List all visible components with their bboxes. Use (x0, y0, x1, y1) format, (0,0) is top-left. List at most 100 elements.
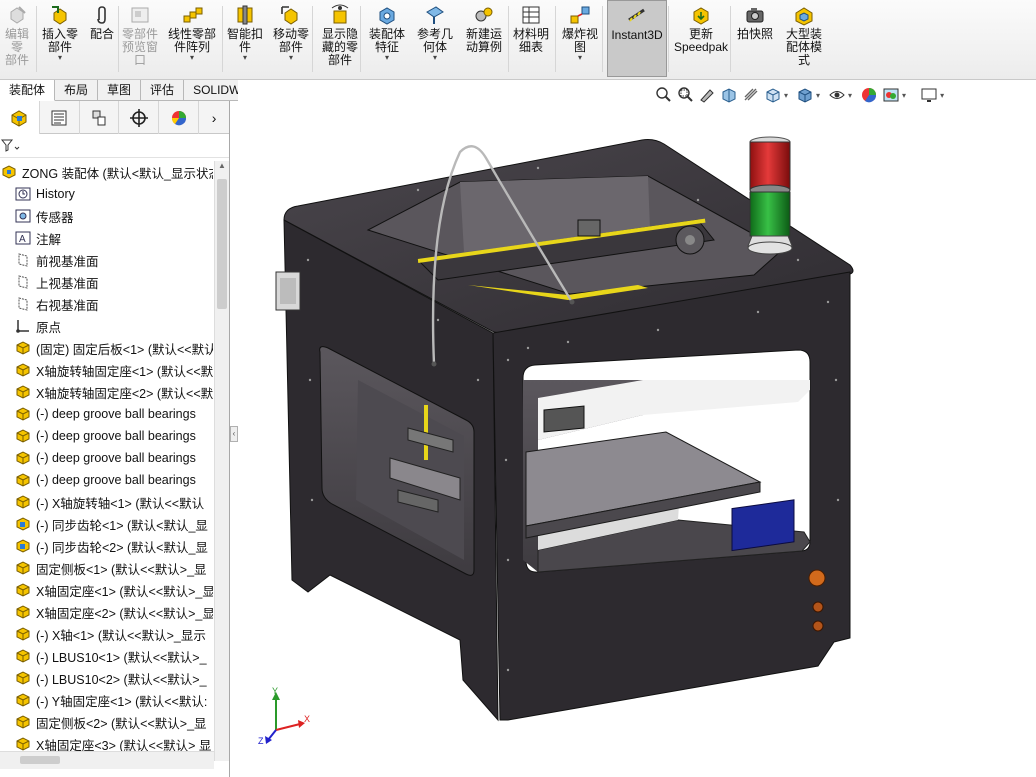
chevron-down-icon[interactable]: ▾ (289, 54, 293, 62)
tree-horizontal-scrollbar[interactable] (0, 751, 214, 769)
ribbon-button-3[interactable]: 零部件 预览窗 口 (120, 4, 160, 76)
tab-0[interactable]: 装配体 (0, 80, 56, 101)
tree-item[interactable]: 固定侧板<2> (默认<<默认>_显 (0, 711, 213, 733)
mate-paperclip-icon (91, 4, 113, 26)
chevron-down-icon[interactable]: ▾ (578, 54, 582, 62)
tree-item[interactable]: 原点 (0, 315, 213, 337)
tree-item[interactable]: (固定) 固定后板<1> (默认<<默认 (0, 337, 213, 359)
ribbon-button-10[interactable]: 新建运 动算例 (462, 4, 506, 76)
assembly-tree-icon (11, 109, 27, 127)
ribbon-button-9[interactable]: 参考几 何体 ▾ (415, 4, 455, 76)
tree-item[interactable]: 上视基准面 (0, 271, 213, 293)
scroll-up-arrow-icon[interactable]: ▲ (215, 161, 229, 175)
ribbon-button-label: 插入零 部件 (41, 27, 78, 54)
component-preview-icon (129, 4, 151, 26)
origin-icon (14, 317, 32, 335)
tree-item-label: X轴旋转轴固定座<1> (默认<<默 (36, 364, 213, 379)
tree-item[interactable]: (-) 同步齿轮<1> (默认<默认_显 (0, 513, 213, 535)
ribbon-button-15[interactable]: 拍快照 (734, 4, 776, 76)
svg-text:A: A (19, 234, 26, 245)
ribbon-button-label: 拍快照 (736, 27, 773, 41)
tree-item-label: 注解 (36, 232, 62, 247)
collapse-grip-icon[interactable]: ‹ (230, 426, 238, 442)
feature-manager-tab[interactable] (0, 101, 40, 134)
display-manager-tab[interactable] (159, 101, 200, 134)
ribbon-button-0[interactable]: 编辑零 部件 (0, 4, 34, 76)
ribbon-button-2[interactable]: 配合 (85, 4, 119, 76)
ribbon-button-12[interactable]: 爆炸视 图 ▾ (558, 4, 602, 76)
tree-item[interactable]: X轴旋转轴固定座<1> (默认<<默 (0, 359, 213, 381)
tree-item[interactable]: 传感器 (0, 205, 213, 227)
tree-item[interactable]: (-) deep groove ball bearings (0, 403, 213, 425)
tree-vertical-scrollbar[interactable]: ▲ (214, 161, 229, 761)
ribbon-separator (118, 6, 119, 72)
tree-item[interactable]: 前视基准面 (0, 249, 213, 271)
tree-item[interactable]: (-) deep groove ball bearings (0, 447, 213, 469)
hscroll-thumb[interactable] (20, 756, 60, 764)
crosshair-icon (129, 108, 148, 127)
ribbon-button-1[interactable]: 插入零 部件 ▾ (40, 4, 80, 76)
ribbon-button-16[interactable]: 大型装 配体模 式 (782, 4, 826, 76)
panel-splitter[interactable]: ‹ (230, 101, 238, 777)
tree-item[interactable]: (-) X轴旋转轴<1> (默认<<默认 (0, 491, 213, 513)
ribbon-separator (36, 6, 37, 72)
chevron-down-icon[interactable]: ▾ (58, 54, 62, 62)
tree-item[interactable]: (-) deep groove ball bearings (0, 469, 213, 491)
tab-1[interactable]: 布局 (55, 80, 99, 101)
plane-icon (14, 295, 32, 313)
chevron-down-icon[interactable]: ▾ (385, 54, 389, 62)
move-component-icon (280, 4, 302, 26)
scroll-thumb[interactable] (217, 179, 227, 309)
ribbon-button-8[interactable]: 装配体 特征 ▾ (365, 4, 409, 76)
tree-item[interactable]: (-) LBUS10<1> (默认<<默认>_ (0, 645, 213, 667)
reference-geometry-icon (424, 4, 446, 26)
tree-item-label: 固定侧板<1> (默认<<默认>_显 (36, 562, 207, 577)
ribbon-button-11[interactable]: 材料明 细表 (510, 4, 552, 76)
ribbon-button-5[interactable]: 智能扣 件 ▾ (225, 4, 265, 76)
tree-item-label: History (36, 187, 75, 201)
property-manager-tab[interactable] (40, 101, 80, 134)
ribbon-button-4[interactable]: 线性零部 件阵列 ▾ (165, 4, 219, 76)
tree-item[interactable]: (-) 同步齿轮<2> (默认<默认_显 (0, 535, 213, 557)
ribbon-button-13[interactable]: Instant3D (607, 0, 667, 77)
tree-item[interactable]: X轴固定座<2> (默认<<默认>_显 (0, 601, 213, 623)
tree-item[interactable]: A 注解 (0, 227, 213, 249)
tab-3[interactable]: 评估 (141, 80, 185, 101)
chevron-down-icon[interactable]: ▾ (433, 54, 437, 62)
tree-item[interactable]: (-) X轴<1> (默认<<默认>_显示 (0, 623, 213, 645)
tree-item[interactable]: (-) deep groove ball bearings (0, 425, 213, 447)
dimxpert-manager-tab[interactable] (119, 101, 160, 134)
smart-fasteners-icon (234, 4, 256, 26)
tree-item[interactable]: 固定侧板<1> (默认<<默认>_显 (0, 557, 213, 579)
part-icon (14, 405, 32, 423)
panel-tabs-more-button[interactable]: › (199, 101, 229, 134)
filter-icon[interactable] (0, 138, 22, 154)
ribbon-separator (312, 6, 313, 72)
motion-study-icon (473, 4, 495, 26)
chevron-down-icon[interactable]: ▾ (190, 54, 194, 62)
tree-item[interactable]: (-) Y轴固定座<1> (默认<<默认: (0, 689, 213, 711)
configuration-manager-tab[interactable] (80, 101, 120, 134)
part-icon (14, 603, 32, 621)
ribbon-button-label: 新建运 动算例 (465, 27, 502, 54)
tree-item[interactable]: 右视基准面 (0, 293, 213, 315)
ribbon-button-7[interactable]: 显示隐 藏的零 部件 (318, 4, 362, 76)
graphics-area[interactable]: ▾ ▾ ▾ ▾ ▾ Y X Z (238, 80, 1036, 777)
ribbon-button-14[interactable]: 更新 Speedpak (672, 4, 730, 76)
ribbon-button-label: 爆炸视 图 (561, 27, 598, 54)
stack-light-tower[interactable] (747, 136, 793, 255)
edit-component-icon (6, 4, 28, 26)
printer-3d-model[interactable]: Y X Z (238, 80, 1036, 777)
tree-item-label: (-) deep groove ball bearings (36, 429, 196, 443)
snapshot-camera-icon (744, 4, 766, 26)
tree-root-assembly[interactable]: ZONG 装配体 (默认<默认_显示状态 (0, 161, 213, 183)
tree-item[interactable]: (-) LBUS10<2> (默认<<默认>_ (0, 667, 213, 689)
ribbon-button-label: 配合 (89, 27, 114, 41)
tab-2[interactable]: 草图 (98, 80, 142, 101)
tree-item[interactable]: X轴旋转轴固定座<2> (默认<<默 (0, 381, 213, 403)
chevron-down-icon[interactable]: ▾ (243, 54, 247, 62)
ribbon-separator (730, 6, 731, 72)
tree-item[interactable]: X轴固定座<1> (默认<<默认>_显 (0, 579, 213, 601)
tree-item[interactable]: History (0, 183, 213, 205)
ribbon-button-6[interactable]: 移动零 部件 ▾ (270, 4, 312, 76)
